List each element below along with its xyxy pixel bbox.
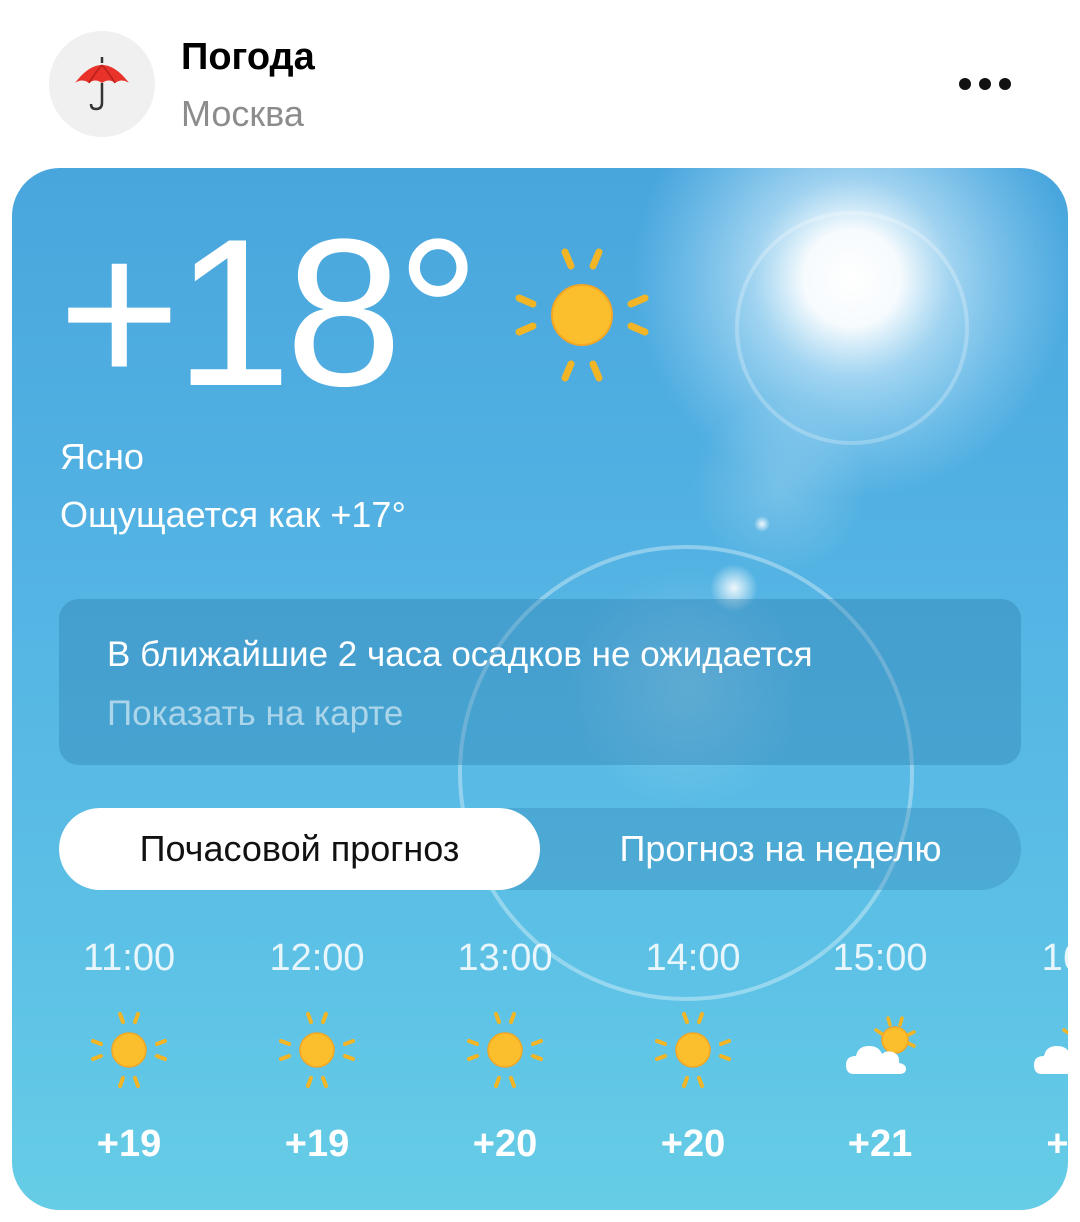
hour-time: 16: bbox=[1041, 937, 1068, 979]
feels-like: Ощущается как +17° bbox=[60, 494, 406, 535]
hourly-item[interactable]: 13:00 +20 bbox=[425, 933, 585, 1166]
hour-time: 13:00 bbox=[457, 937, 553, 979]
more-dots-icon[interactable] bbox=[950, 62, 1020, 106]
sun-icon bbox=[237, 1005, 397, 1095]
hour-time: 15:00 bbox=[832, 937, 928, 979]
forecast-tabs: Почасовой прогноз Прогноз на неделю bbox=[59, 808, 1021, 890]
hour-time: 12:00 bbox=[269, 937, 365, 979]
show-on-map-link[interactable]: Показать на карте bbox=[107, 694, 403, 734]
sun-icon bbox=[49, 1005, 209, 1095]
app-header: Погода Москва bbox=[0, 0, 1080, 168]
sun-icon bbox=[613, 1005, 773, 1095]
tab-weekly-forecast[interactable]: Прогноз на неделю bbox=[540, 808, 1021, 890]
hour-temperature: +2 bbox=[1046, 1123, 1068, 1165]
tab-hourly-forecast[interactable]: Почасовой прогноз bbox=[59, 808, 540, 890]
hour-temperature: +20 bbox=[660, 1123, 726, 1165]
hourly-item[interactable]: 15:00 +21 bbox=[800, 933, 960, 1166]
app-logo[interactable] bbox=[49, 31, 155, 137]
hour-time: 14:00 bbox=[645, 937, 741, 979]
sun-icon bbox=[425, 1005, 585, 1095]
app-title: Погода bbox=[181, 36, 315, 78]
precipitation-panel[interactable]: В ближайшие 2 часа осадков не ожидается … bbox=[59, 599, 1021, 765]
hourly-item[interactable]: 14:00 +20 bbox=[613, 933, 773, 1166]
location-name: Москва bbox=[181, 93, 304, 134]
hour-temperature: +19 bbox=[284, 1123, 350, 1165]
hourly-item[interactable]: 12:00 +19 bbox=[237, 933, 397, 1166]
hourly-item[interactable]: 11:00 +19 bbox=[49, 933, 209, 1166]
current-temperature: +18° bbox=[58, 195, 480, 430]
partly-cloudy-icon bbox=[800, 1005, 960, 1095]
hour-time: 11:00 bbox=[82, 937, 176, 979]
hour-temperature: +19 bbox=[96, 1123, 162, 1165]
hour-temperature: +20 bbox=[472, 1123, 538, 1165]
precipitation-text: В ближайшие 2 часа осадков не ожидается bbox=[107, 635, 813, 674]
hourly-item[interactable]: 16: +2 bbox=[988, 933, 1068, 1166]
weather-condition: Ясно bbox=[60, 436, 144, 477]
hour-temperature: +21 bbox=[847, 1123, 913, 1165]
sun-icon bbox=[507, 240, 657, 395]
weather-card[interactable]: +18° Ясно Ощущается как +17° В ближайшие… bbox=[12, 168, 1068, 1210]
umbrella-icon bbox=[75, 57, 129, 111]
partly-cloudy-icon bbox=[988, 1005, 1068, 1095]
